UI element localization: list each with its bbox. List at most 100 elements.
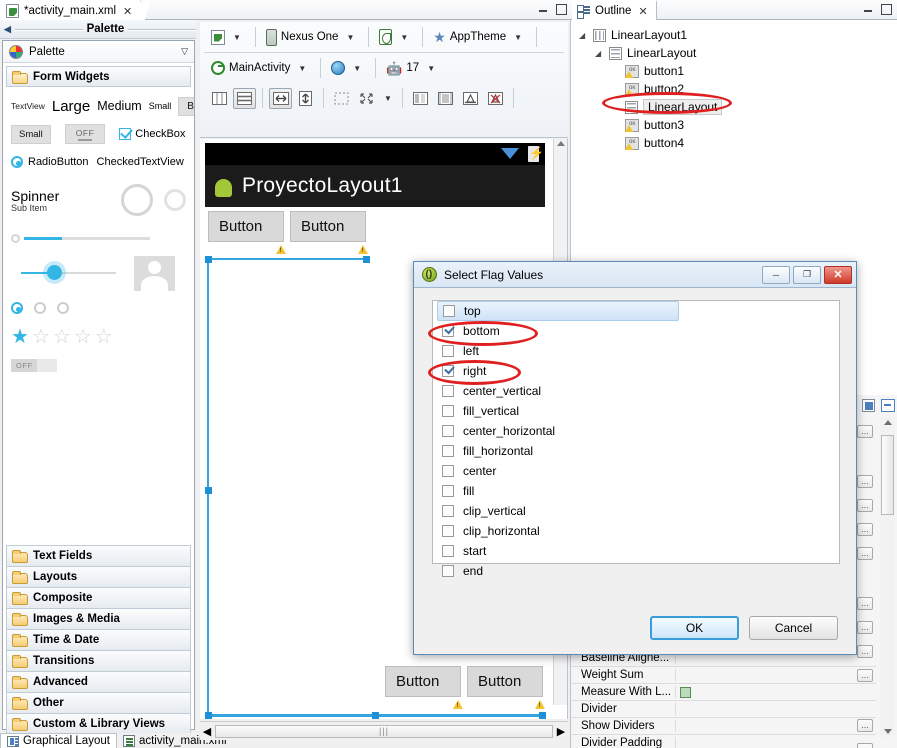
cancel-button[interactable]: Cancel xyxy=(749,616,838,640)
preview-button-1[interactable]: Button xyxy=(208,211,284,242)
palette-category-composite[interactable]: Composite xyxy=(6,587,191,608)
scroll-up-arrow-icon[interactable] xyxy=(884,420,892,425)
ok-button[interactable]: OK xyxy=(650,616,739,640)
widget-checkedtextview[interactable]: CheckedTextView xyxy=(97,156,184,168)
preview-button-2[interactable]: Button xyxy=(290,211,366,242)
outline-node-button4[interactable]: button4 xyxy=(571,134,897,152)
property-row[interactable]: Measure With L... xyxy=(571,684,876,701)
api-level-chooser-button[interactable]: 🤖 17 ▼ xyxy=(383,60,442,77)
property-edit-button[interactable]: … xyxy=(857,621,873,634)
flag-item-fill_horizontal[interactable]: fill_horizontal xyxy=(433,441,839,461)
chevron-down-icon[interactable]: ▼ xyxy=(380,94,396,103)
properties-sort-icon[interactable] xyxy=(862,398,875,412)
palette-category-layouts[interactable]: Layouts xyxy=(6,566,191,587)
flag-item-fill_vertical[interactable]: fill_vertical xyxy=(433,401,839,421)
outline-node-linearlayout[interactable]: LinearLayout xyxy=(571,98,897,116)
widget-medium-text[interactable]: Medium xyxy=(97,99,141,113)
palette-header[interactable]: Palette ▽ xyxy=(3,41,194,63)
flag-item-bottom[interactable]: bottom xyxy=(433,321,839,341)
close-icon[interactable]: ✕ xyxy=(638,5,647,18)
property-edit-button[interactable]: … xyxy=(857,425,873,438)
flag-item-left[interactable]: left xyxy=(433,341,839,361)
align-center-button[interactable] xyxy=(434,88,457,109)
match-height-button[interactable] xyxy=(294,88,317,109)
checkbox-fill_vertical[interactable] xyxy=(442,405,454,417)
toggle-horizontal-orientation-button[interactable] xyxy=(208,88,231,109)
widget-toggle-button[interactable]: OFF xyxy=(64,124,106,144)
flag-item-center_horizontal[interactable]: center_horizontal xyxy=(433,421,839,441)
chevron-down-icon[interactable]: ▼ xyxy=(229,33,245,42)
checkbox-clip_vertical[interactable] xyxy=(442,505,454,517)
property-row[interactable]: Show Dividers xyxy=(571,718,876,735)
orientation-chooser-button[interactable]: ▼ xyxy=(376,27,415,47)
minimize-icon[interactable] xyxy=(863,3,874,14)
property-row[interactable]: Weight Sum xyxy=(571,667,876,684)
maximize-icon[interactable] xyxy=(555,3,567,15)
close-icon[interactable]: ✕ xyxy=(123,5,132,18)
toggle-layout-bounds-button[interactable] xyxy=(330,88,353,109)
property-value[interactable] xyxy=(676,686,876,698)
checkbox-center[interactable] xyxy=(442,465,454,477)
canvas-horizontal-scrollbar[interactable]: ◀ ||| ▶ xyxy=(200,721,568,740)
chevron-down-icon[interactable]: ▼ xyxy=(510,33,526,42)
outline-node-button2[interactable]: button2 xyxy=(571,80,897,98)
scroll-up-arrow-icon[interactable] xyxy=(557,141,565,146)
chevron-down-icon[interactable]: ▼ xyxy=(396,33,412,42)
dialog-close-button[interactable]: ✕ xyxy=(824,265,852,284)
chevron-down-icon[interactable]: ▼ xyxy=(294,64,310,73)
preview-button-3[interactable]: Button xyxy=(385,666,461,697)
property-edit-button[interactable]: … xyxy=(857,475,873,488)
selection-handle-top-left[interactable] xyxy=(205,256,212,263)
widget-spinner[interactable]: Spinner Sub Item xyxy=(11,188,121,213)
widget-progressbar-horizontal[interactable] xyxy=(24,236,150,240)
flag-item-clip_vertical[interactable]: clip_vertical xyxy=(433,501,839,521)
checkbox-start[interactable] xyxy=(442,545,454,557)
widget-large-text[interactable]: Large xyxy=(52,98,90,115)
hscroll-thumb[interactable]: ||| xyxy=(215,724,553,738)
selection-handle-top-right[interactable] xyxy=(363,256,370,263)
expand-arrow-icon[interactable]: ◢ xyxy=(595,49,604,58)
dialog-minimize-button[interactable]: ─ xyxy=(762,265,790,284)
checkbox-clip_horizontal[interactable] xyxy=(442,525,454,537)
widget-radiogroup[interactable] xyxy=(11,302,69,314)
selection-handle-bottom-left[interactable] xyxy=(205,712,212,719)
checkbox-left[interactable] xyxy=(442,345,454,357)
scroll-down-arrow-icon[interactable] xyxy=(884,729,892,734)
widget-switch[interactable]: OFF xyxy=(11,358,57,372)
flag-item-start[interactable]: start xyxy=(433,541,839,561)
device-chooser-button[interactable]: Nexus One ▼ xyxy=(263,27,361,48)
property-edit-button[interactable]: … xyxy=(857,597,873,610)
palette-category-custom-library-views[interactable]: Custom & Library Views xyxy=(6,713,191,734)
widget-radiobutton[interactable]: RadioButton xyxy=(11,156,89,168)
property-edit-button[interactable]: … xyxy=(857,523,873,536)
chevron-down-icon[interactable]: ▼ xyxy=(342,33,358,42)
properties-collapse-icon[interactable] xyxy=(881,398,895,412)
flag-item-top[interactable]: top xyxy=(437,301,679,321)
activity-chooser-button[interactable]: MainActivity ▼ xyxy=(208,59,313,77)
baseline-align-button[interactable] xyxy=(459,88,482,109)
progressbar-small-icon[interactable] xyxy=(164,189,186,211)
distribute-button[interactable] xyxy=(355,88,378,109)
scroll-left-arrow-icon[interactable]: ◀ xyxy=(200,723,214,740)
outline-node-linearlayout[interactable]: ◢ LinearLayout xyxy=(571,44,897,62)
widget-small-button[interactable]: Small xyxy=(11,124,51,144)
property-row[interactable]: Divider xyxy=(571,701,876,718)
checkbox-fill[interactable] xyxy=(442,485,454,497)
properties-scroll-thumb[interactable] xyxy=(881,435,894,515)
property-edit-button[interactable]: … xyxy=(857,547,873,560)
config-chooser-button[interactable]: ▼ xyxy=(208,28,248,47)
checkbox-center_horizontal[interactable] xyxy=(442,425,454,437)
widget-imageview[interactable] xyxy=(134,255,175,291)
checkbox-center_vertical[interactable] xyxy=(442,385,454,397)
progressbar-large-icon[interactable] xyxy=(121,184,153,216)
selection-handle-middle-left[interactable] xyxy=(205,487,212,494)
palette-category-other[interactable]: Other xyxy=(6,692,191,713)
flag-item-fill[interactable]: fill xyxy=(433,481,839,501)
locale-chooser-button[interactable]: ▼ xyxy=(328,59,368,77)
flag-item-clip_horizontal[interactable]: clip_horizontal xyxy=(433,521,839,541)
match-width-button[interactable] xyxy=(269,87,292,109)
tab-activity-main-xml[interactable]: *activity_main.xml ✕ xyxy=(0,0,155,22)
property-row[interactable]: Divider Padding xyxy=(571,735,876,748)
properties-vertical-scrollbar[interactable] xyxy=(880,417,895,737)
palette-category-images-media[interactable]: Images & Media xyxy=(6,608,191,629)
